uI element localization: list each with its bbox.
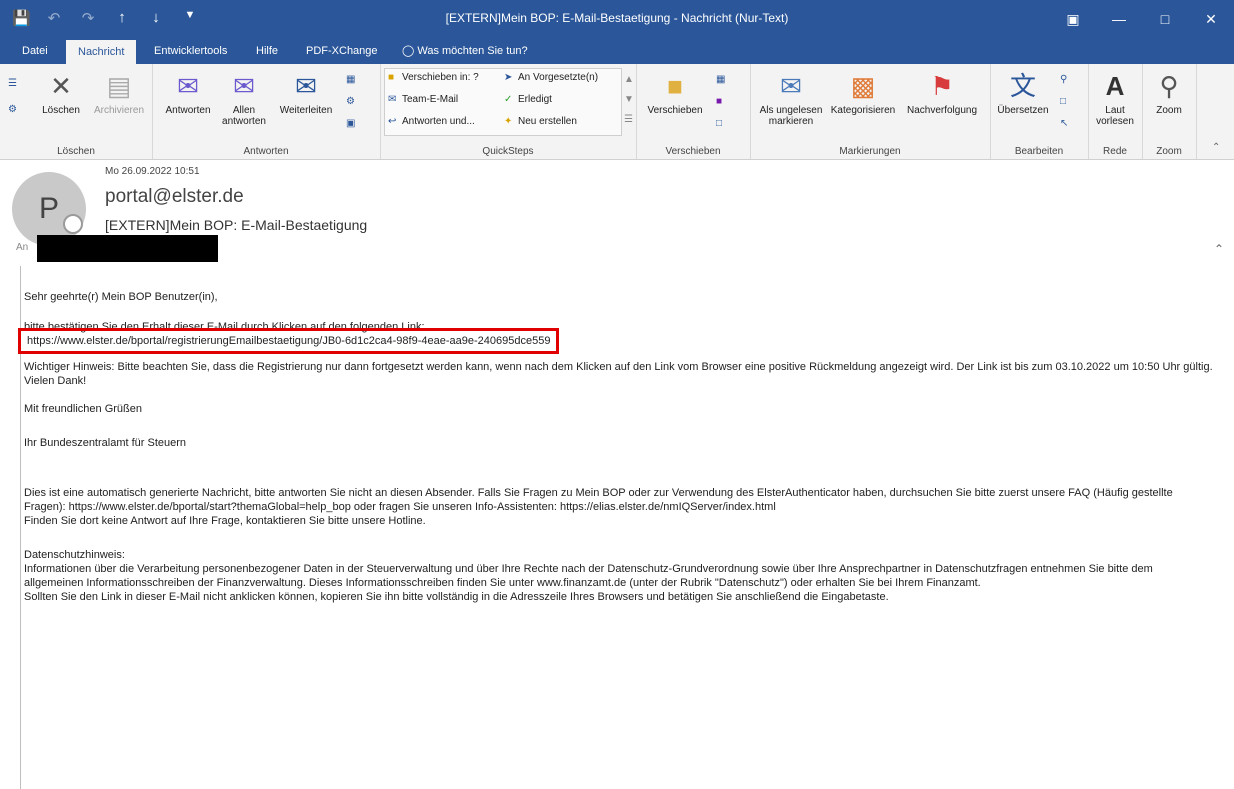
group-label-antworten: Antworten — [243, 146, 289, 157]
flag-icon: ⚑ — [930, 71, 954, 101]
tab-hilfe[interactable]: Hilfe — [244, 38, 290, 64]
related-icon[interactable]: □ — [1060, 96, 1074, 107]
group-quicksteps: ■ Verschieben in: ? ✉ Team-E-Mail ↩ Antwort… — [380, 64, 637, 159]
ribbon: ☰ ⚙ ✕ Löschen ▤ Archivieren Löschen ✉ An… — [0, 64, 1234, 160]
subject-line: [EXTERN]Mein BOP: E-Mail-Bestaetigung — [105, 217, 368, 233]
magnifier-icon: ⚲ — [1159, 71, 1179, 101]
ribbon-display-icon[interactable]: ▣ — [1050, 0, 1096, 38]
actions-icon[interactable]: □ — [716, 118, 730, 129]
read-aloud-icon: A — [1105, 71, 1125, 101]
ribbon-tabs: Datei Nachricht Entwicklertools Hilfe PD… — [0, 38, 1234, 64]
gallery-up-icon[interactable]: ▲ — [624, 74, 634, 85]
window-title: [EXTERN]Mein BOP: E-Mail-Bestaetigung - … — [445, 11, 789, 25]
delete-icon: ✕ — [50, 71, 72, 101]
translate-button[interactable]: 文 Übersetzen — [992, 70, 1054, 116]
forward-icon: ✉ — [295, 71, 317, 101]
select-icon[interactable]: ↖ — [1060, 118, 1074, 129]
gallery-more-icon[interactable]: ☰ — [624, 114, 633, 125]
group-label-quicksteps: QuickSteps — [482, 146, 534, 157]
group-loeschen: ☰ ⚙ ✕ Löschen ▤ Archivieren Löschen — [0, 64, 153, 159]
quickstep-reply-delete[interactable]: ↩ Antworten und... — [388, 116, 475, 127]
envelope-unread-icon: ✉ — [780, 71, 802, 101]
signature-text: Ihr Bundeszentralamt für Steuern — [24, 437, 187, 449]
tab-datei[interactable]: Datei — [10, 38, 60, 64]
presence-icon — [63, 214, 83, 234]
categorize-icon: ▩ — [850, 71, 876, 101]
tab-nachricht[interactable]: Nachricht — [66, 40, 137, 64]
gallery-down-icon[interactable]: ▼ — [624, 94, 634, 105]
delete-button[interactable]: ✕ Löschen — [34, 70, 88, 116]
categorize-button[interactable]: ▩ Kategorisieren — [824, 70, 902, 116]
group-rede: A Laut vorlesen Rede — [1088, 64, 1143, 159]
quickstep-create-new[interactable]: ✦ Neu erstellen — [504, 116, 577, 127]
onenote-icon[interactable]: ■ — [716, 96, 730, 107]
copy-hint-text: Sollten Sie den Link in dieser E-Mail ni… — [24, 591, 889, 603]
forward-button[interactable]: ✉ Weiterleiten — [270, 70, 342, 116]
sender-address[interactable]: portal@elster.de — [105, 186, 244, 208]
minimize-icon[interactable]: — — [1096, 0, 1142, 38]
regards-text: Mit freundlichen Grüßen — [24, 403, 142, 415]
close-icon[interactable]: ✕ — [1188, 0, 1234, 38]
hint-text: Wichtiger Hinweis: Bitte beachten Sie, d… — [24, 361, 1213, 373]
redacted-recipient — [37, 235, 218, 262]
im-icon[interactable]: ▣ — [346, 118, 360, 129]
move-button[interactable]: ■ Verschieben — [640, 70, 710, 116]
reply-all-icon: ✉ — [233, 71, 255, 101]
ignore-icon[interactable]: ☰ — [8, 78, 22, 89]
highlight-box: https://www.elster.de/bportal/registrier… — [18, 328, 560, 354]
thanks-text: Vielen Dank! — [24, 375, 87, 387]
privacy-title: Datenschutzhinweis: — [24, 549, 125, 561]
greeting: Sehr geehrte(r) Mein BOP Benutzer(in), — [24, 291, 218, 303]
group-antworten: ✉ Antworten ✉ Allen antworten ✉ Weiterle… — [152, 64, 381, 159]
quickstep-to-manager[interactable]: ➤ An Vorgesetzte(n) — [504, 72, 598, 83]
cleanup-icon[interactable]: ⚙ — [8, 104, 22, 115]
group-verschieben: ■ Verschieben ▦ ■ □ Verschieben — [636, 64, 751, 159]
auto-notice-text: Dies ist eine automatisch generierte Nac… — [24, 487, 1173, 513]
collapse-header-icon[interactable]: ⌃ — [1214, 242, 1224, 256]
tell-me-search[interactable]: ◯ Was möchten Sie tun? — [390, 38, 540, 64]
meeting-icon[interactable]: ▦ — [346, 74, 360, 85]
collapse-ribbon-icon[interactable]: ⌃ — [1212, 142, 1220, 153]
reply-all-button[interactable]: ✉ Allen antworten — [218, 70, 270, 127]
mark-unread-button[interactable]: ✉ Als ungelesen markieren — [754, 70, 828, 127]
group-label-loeschen: Löschen — [57, 146, 95, 157]
quickstep-move-to[interactable]: ■ Verschieben in: ? — [388, 72, 479, 83]
group-markierungen: ✉ Als ungelesen markieren ▩ Kategorisier… — [750, 64, 991, 159]
folder-move-icon: ■ — [667, 71, 683, 101]
maximize-icon[interactable]: □ — [1142, 0, 1188, 38]
tab-entwicklertools[interactable]: Entwicklertools — [142, 38, 239, 64]
archive-icon: ▤ — [106, 71, 132, 101]
group-label-verschieben: Verschieben — [665, 146, 721, 157]
quickstep-team-email[interactable]: ✉ Team-E-Mail — [388, 94, 458, 105]
find-icon[interactable]: ⚲ — [1060, 74, 1074, 85]
more-respond-icon[interactable]: ⚙ — [346, 96, 360, 107]
follow-up-button[interactable]: ⚑ Nachverfolgung — [900, 70, 984, 116]
message-body: Sehr geehrte(r) Mein BOP Benutzer(in), b… — [18, 290, 1214, 618]
group-label-bearbeiten: Bearbeiten — [1014, 146, 1064, 157]
rules-icon[interactable]: ▦ — [716, 74, 730, 85]
reply-button[interactable]: ✉ Antworten — [158, 70, 218, 116]
translate-icon: 文 — [1009, 71, 1036, 101]
lightbulb-icon: ◯ — [402, 45, 415, 57]
confirmation-link[interactable]: https://www.elster.de/bportal/registrier… — [27, 335, 550, 347]
read-aloud-button[interactable]: A Laut vorlesen — [1090, 70, 1140, 127]
group-label-rede: Rede — [1103, 146, 1127, 157]
sent-date: Mo 26.09.2022 10:51 — [105, 166, 200, 177]
zoom-button[interactable]: ⚲ Zoom — [1144, 70, 1194, 116]
group-bearbeiten: 文 Übersetzen ⚲ □ ↖ Bearbeiten — [990, 64, 1089, 159]
group-label-markierungen: Markierungen — [839, 146, 901, 157]
to-label: An — [16, 242, 29, 253]
hotline-text: Finden Sie dort keine Antwort auf Ihre F… — [24, 515, 426, 527]
quickstep-done[interactable]: ✓ Erledigt — [504, 94, 552, 105]
group-zoom: ⚲ Zoom Zoom — [1142, 64, 1197, 159]
title-bar: 💾 ↶ ↷ ↑ ↓ ▼ [EXTERN]Mein BOP: E-Mail-Bes… — [0, 0, 1234, 38]
tab-pdf-xchange[interactable]: PDF-XChange — [294, 38, 390, 64]
archive-button[interactable]: ▤ Archivieren — [90, 70, 148, 116]
reply-icon: ✉ — [177, 71, 199, 101]
group-label-zoom: Zoom — [1156, 146, 1182, 157]
privacy-text: Informationen über die Verarbeitung pers… — [24, 563, 1153, 589]
